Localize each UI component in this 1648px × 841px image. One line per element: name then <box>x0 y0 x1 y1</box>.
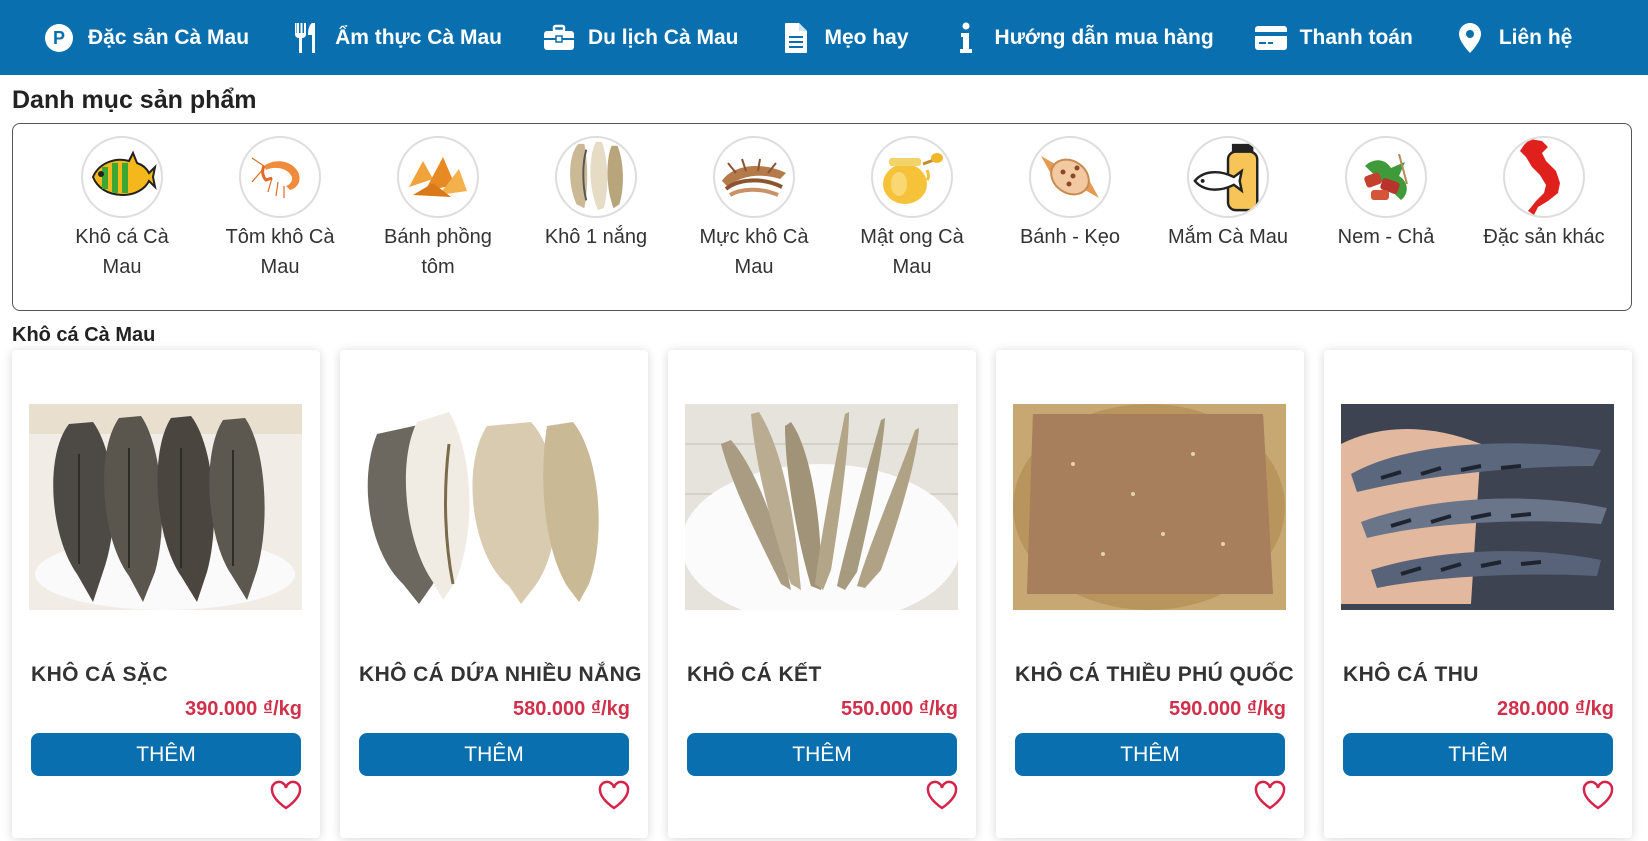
top-nav: P Đặc sản Cà Mau Ẩm thực Cà Mau Du lịch … <box>0 0 1648 75</box>
product-image[interactable] <box>1013 404 1286 610</box>
nav-item-thanh-toan[interactable]: Thanh toán <box>1254 21 1413 55</box>
category-label: Nem - Chả <box>1337 226 1435 248</box>
product-name: KHÔ CÁ SẶC <box>31 663 169 686</box>
dried-fish-icon <box>555 136 637 218</box>
product-price: 550.000 ₫/kg <box>840 698 958 720</box>
nav-item-lien-he[interactable]: Liên hệ <box>1453 21 1573 55</box>
nav-item-label: Ẩm thực Cà Mau <box>335 25 502 49</box>
add-to-cart-button[interactable]: THÊM <box>31 733 301 776</box>
add-to-cart-button[interactable]: THÊM <box>1015 733 1285 776</box>
info-icon <box>949 21 983 55</box>
product-name: KHÔ CÁ THIỀU PHÚ QUỐC <box>1015 663 1295 686</box>
category-item-tom-kho[interactable]: Tôm khô Cà Mau <box>201 124 359 310</box>
utensils-icon <box>289 21 323 55</box>
heart-icon[interactable] <box>598 780 630 810</box>
category-item-muc-kho[interactable]: Mực khô Cà Mau <box>675 124 833 310</box>
category-label: Mật ong Cà Mau <box>860 226 964 278</box>
category-label: Khô cá Cà Mau <box>75 226 169 278</box>
category-label: Đặc sản khác <box>1483 226 1605 248</box>
add-to-cart-button[interactable]: THÊM <box>1343 733 1613 776</box>
category-item-nem-cha[interactable]: Nem - Chả <box>1307 124 1465 310</box>
nav-item-meo-hay[interactable]: Mẹo hay <box>779 21 909 55</box>
nav-item-label: Liên hệ <box>1498 25 1573 49</box>
section-title: Khô cá Cà Mau <box>12 324 156 346</box>
product-card: KHÔ CÁ SẶC 390.000 ₫/kg THÊM <box>12 350 320 838</box>
product-price: 390.000 ₫/kg <box>184 698 302 720</box>
nav-item-label: Đặc sản Cà Mau <box>88 25 250 49</box>
document-icon <box>779 21 813 55</box>
product-card: KHÔ CÁ THIỀU PHÚ QUỐC 590.000 ₫/kg THÊM <box>996 350 1304 838</box>
category-item-banh-keo[interactable]: Bánh - Kẹo <box>991 124 1149 310</box>
shrimp-icon <box>239 136 321 218</box>
shrimp-cracker-icon <box>397 136 479 218</box>
product-name: KHÔ CÁ THU <box>1343 663 1479 686</box>
honey-jar-icon <box>871 136 953 218</box>
heart-icon[interactable] <box>270 780 302 810</box>
nav-item-label: Hướng dẫn mua hàng <box>994 25 1214 49</box>
category-item-kho-1-nang[interactable]: Khô 1 nắng <box>517 124 675 310</box>
product-image[interactable] <box>1341 404 1614 610</box>
add-to-cart-button[interactable]: THÊM <box>687 733 957 776</box>
category-item-mam[interactable]: Mắm Cà Mau <box>1149 124 1307 310</box>
nav-item-huong-dan[interactable]: Hướng dẫn mua hàng <box>949 21 1214 55</box>
dried-squid-icon <box>713 136 795 218</box>
vietnam-map-icon <box>1503 136 1585 218</box>
product-image[interactable] <box>685 404 958 610</box>
map-pin-icon <box>1453 21 1487 55</box>
product-card: KHÔ CÁ THU 280.000 ₫/kg THÊM <box>1324 350 1632 838</box>
sausage-icon <box>1345 136 1427 218</box>
product-list: KHÔ CÁ SẶC 390.000 ₫/kg THÊM KHÔ CÁ DỨA … <box>12 350 1648 841</box>
category-list: Khô cá Cà Mau Tôm khô Cà Mau Bánh phồng … <box>12 123 1632 311</box>
category-label: Bánh phồng tôm <box>384 226 492 278</box>
category-label: Mực khô Cà Mau <box>699 226 809 278</box>
product-card: KHÔ CÁ DỨA NHIỀU NẮNG 580.000 ₫/kg THÊM <box>340 350 648 838</box>
product-card: KHÔ CÁ KẾT 550.000 ₫/kg THÊM <box>668 350 976 838</box>
category-label: Khô 1 nắng <box>544 226 648 248</box>
product-price: 280.000 ₫/kg <box>1496 698 1614 720</box>
category-item-dac-san-khac[interactable]: Đặc sản khác <box>1465 124 1623 310</box>
add-to-cart-button[interactable]: THÊM <box>359 733 629 776</box>
parking-circle-icon: P <box>42 21 76 55</box>
nav-item-label: Mẹo hay <box>824 25 909 49</box>
candy-icon <box>1029 136 1111 218</box>
product-name: KHÔ CÁ KẾT <box>687 663 822 686</box>
category-item-mat-ong[interactable]: Mật ong Cà Mau <box>833 124 991 310</box>
fish-icon <box>81 136 163 218</box>
nav-item-dac-san[interactable]: P Đặc sản Cà Mau <box>42 21 249 55</box>
heart-icon[interactable] <box>926 780 958 810</box>
heart-icon[interactable] <box>1582 780 1614 810</box>
nav-item-label: Du lịch Cà Mau <box>587 25 739 49</box>
category-label: Mắm Cà Mau <box>1167 226 1289 248</box>
product-price: 590.000 ₫/kg <box>1168 698 1286 720</box>
product-price: 580.000 ₫/kg <box>512 698 630 720</box>
fish-sauce-jar-icon <box>1187 136 1269 218</box>
category-item-banh-phong[interactable]: Bánh phồng tôm <box>359 124 517 310</box>
nav-item-du-lich[interactable]: Du lịch Cà Mau <box>542 21 739 55</box>
category-label: Bánh - Kẹo <box>1019 226 1121 248</box>
category-title: Danh mục sản phẩm <box>12 86 257 114</box>
product-image[interactable] <box>357 404 630 610</box>
svg-text:P: P <box>53 28 65 48</box>
briefcase-icon <box>542 21 576 55</box>
category-item-kho-ca[interactable]: Khô cá Cà Mau <box>43 124 201 310</box>
nav-item-am-thuc[interactable]: Ẩm thực Cà Mau <box>289 21 502 55</box>
heart-icon[interactable] <box>1254 780 1286 810</box>
product-image[interactable] <box>29 404 302 610</box>
product-name: KHÔ CÁ DỨA NHIỀU NẮNG <box>359 663 642 686</box>
credit-card-icon <box>1254 21 1288 55</box>
nav-item-label: Thanh toán <box>1299 25 1413 49</box>
category-label: Tôm khô Cà Mau <box>225 226 335 278</box>
